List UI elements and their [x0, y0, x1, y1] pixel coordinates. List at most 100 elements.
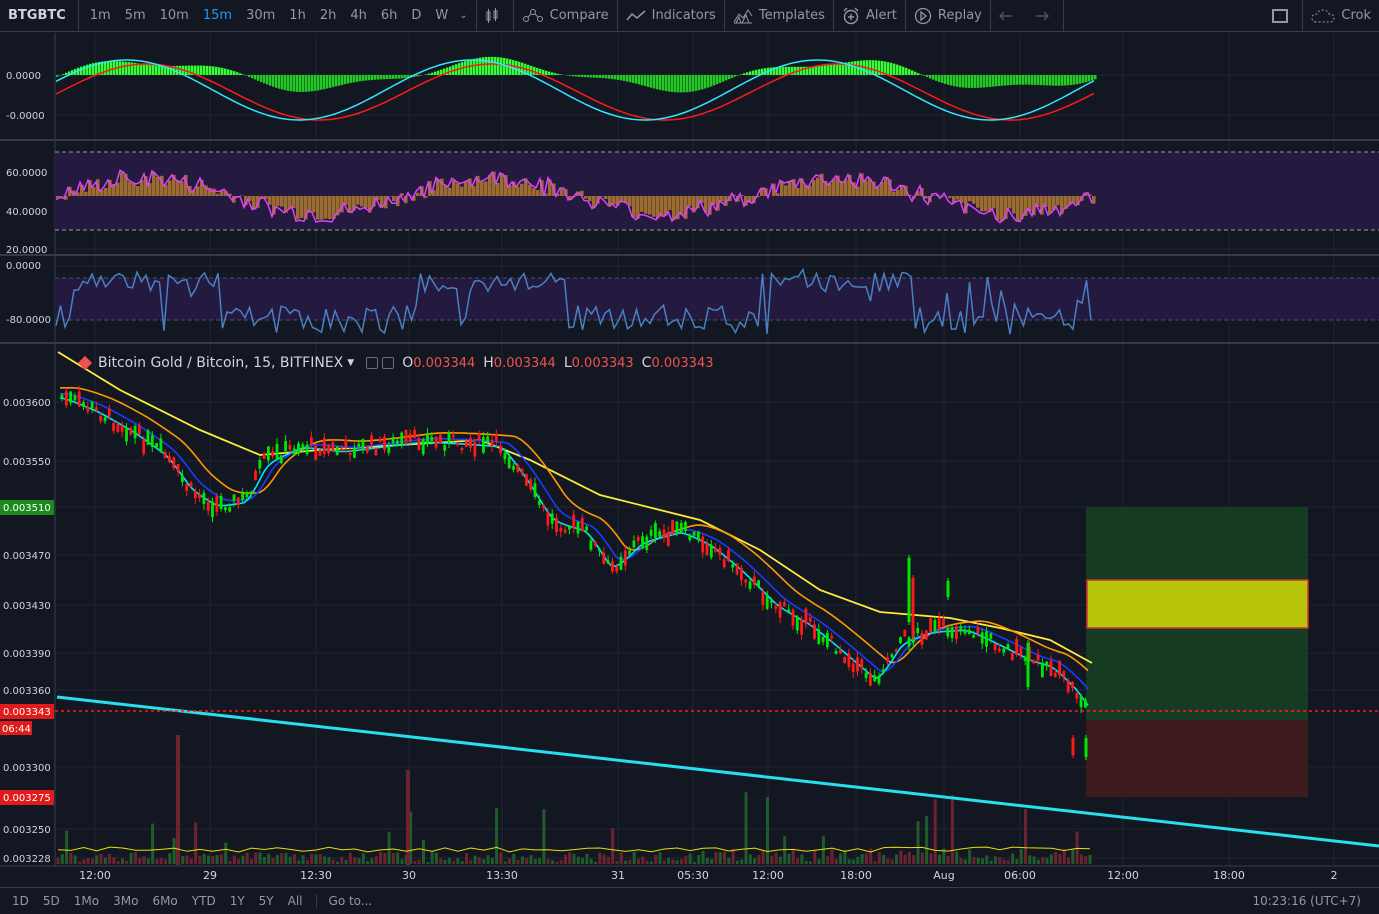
candle-body: [752, 576, 756, 585]
volume-bar: [370, 858, 374, 864]
macd-histogram-bar: [830, 64, 833, 75]
volume-bar: [78, 861, 81, 864]
macd-histogram-bar: [980, 75, 983, 88]
candle-body: [959, 626, 963, 632]
candle-body: [176, 463, 180, 472]
candle-body: [933, 619, 937, 632]
macd-histogram-bar: [899, 65, 902, 75]
candle-body: [972, 635, 975, 638]
volume-bar: [65, 830, 69, 864]
rsi-histogram-bar: [300, 196, 304, 219]
macd-histogram-bar: [977, 75, 980, 88]
range-6mo[interactable]: 6Mo: [145, 894, 184, 908]
candle-body: [172, 457, 176, 468]
volume-bar: [241, 855, 245, 864]
macd-histogram-bar: [1088, 75, 1091, 82]
volume-bar: [753, 858, 757, 864]
macd-histogram-bar: [1067, 75, 1070, 86]
williams-label-80: -80.0000: [6, 315, 51, 326]
candle-body: [365, 446, 369, 453]
rsi-histogram-bar: [640, 196, 644, 212]
macd-histogram-bar: [503, 58, 506, 75]
macd-histogram-bar: [575, 75, 578, 77]
macd-histogram-bar: [299, 75, 302, 92]
rsi-histogram-bar: [668, 196, 672, 211]
candle-body: [275, 443, 279, 459]
highlight-rectangle[interactable]: [1086, 579, 1309, 629]
candle-body: [1041, 662, 1044, 678]
candle-body: [494, 434, 498, 441]
macd-histogram-bar: [1037, 75, 1040, 86]
macd-histogram-bar: [605, 75, 608, 79]
chart-canvas[interactable]: 0.0000 -0.0000 60.0000 40.0000 20.0000 0…: [0, 0, 1379, 914]
candle-body: [1062, 671, 1066, 677]
volume-bar: [207, 855, 210, 864]
volume-bar: [336, 861, 339, 864]
candle-body: [348, 452, 352, 455]
macd-histogram-bar: [944, 75, 947, 84]
macd-histogram-bar: [905, 67, 908, 75]
macd-histogram-bar: [197, 65, 200, 75]
volume-bar: [796, 858, 800, 864]
macd-histogram-bar: [860, 60, 863, 75]
rsi-histogram-bar: [392, 196, 396, 202]
legend-caret-icon[interactable]: ▼: [347, 358, 354, 368]
macd-histogram-bar: [914, 71, 917, 75]
rsi-histogram-bar: [884, 178, 888, 196]
candle-body: [116, 423, 120, 432]
williams-band: [55, 278, 1379, 320]
eye-icon[interactable]: [366, 357, 379, 369]
settings-icon[interactable]: [382, 357, 395, 369]
range-all[interactable]: All: [281, 894, 310, 908]
candle-body: [1049, 660, 1053, 677]
macd-histogram-bar: [416, 75, 419, 77]
volume-bar: [181, 856, 185, 864]
legend-title[interactable]: Bitcoin Gold / Bitcoin, 15, BITFINEX: [98, 355, 343, 371]
macd-histogram-bar: [1040, 75, 1043, 86]
range-3mo[interactable]: 3Mo: [106, 894, 145, 908]
position-stop-zone[interactable]: [1086, 720, 1308, 797]
rsi-histogram-bar: [60, 196, 64, 197]
volume-bar: [417, 859, 421, 864]
volume-bar: [159, 857, 163, 864]
macd-histogram-bar: [1016, 75, 1019, 85]
candle-body: [722, 559, 726, 568]
candle-body: [327, 444, 330, 454]
candle-body: [714, 548, 717, 552]
macd-histogram-bar: [560, 74, 563, 75]
volume-bar: [1015, 859, 1019, 864]
macd-histogram-bar: [515, 60, 518, 75]
rsi-histogram-bar: [584, 196, 588, 199]
candle-body: [572, 514, 576, 529]
rsi-label-40: 40.0000: [6, 207, 47, 218]
volume-bar: [284, 852, 288, 864]
flag-icon[interactable]: [77, 355, 93, 371]
open-value: 0.003344: [413, 355, 476, 371]
rsi-histogram-bar: [516, 186, 520, 196]
macd-histogram-bar: [383, 75, 386, 80]
price-pane: 0.003600 0.003550 0.003470 0.003430 0.00…: [0, 351, 1379, 865]
macd-histogram-bar: [596, 75, 599, 78]
range-5d[interactable]: 5D: [36, 894, 67, 908]
range-1d[interactable]: 1D: [0, 894, 36, 908]
range-1y[interactable]: 1Y: [223, 894, 252, 908]
macd-histogram-bar: [206, 65, 209, 75]
rsi-histogram-bar: [364, 196, 368, 209]
rsi-histogram-bar: [652, 196, 656, 217]
range-ytd[interactable]: YTD: [185, 894, 223, 908]
volume-bar: [533, 858, 537, 864]
volume-bar: [920, 852, 924, 864]
time-label-13: 2: [1331, 869, 1338, 882]
range-1mo[interactable]: 1Mo: [67, 894, 106, 908]
volume-bar: [606, 856, 610, 864]
macd-histogram-bar: [1079, 75, 1082, 84]
goto-button[interactable]: Go to...: [315, 894, 385, 908]
volume-bar: [774, 852, 778, 864]
volume-bar: [293, 854, 296, 864]
macd-histogram-bar: [818, 66, 821, 75]
volume-bar: [907, 851, 911, 864]
candle-body: [408, 434, 412, 443]
volume-bar: [718, 852, 722, 864]
candle-body: [615, 566, 619, 572]
range-5y[interactable]: 5Y: [252, 894, 281, 908]
